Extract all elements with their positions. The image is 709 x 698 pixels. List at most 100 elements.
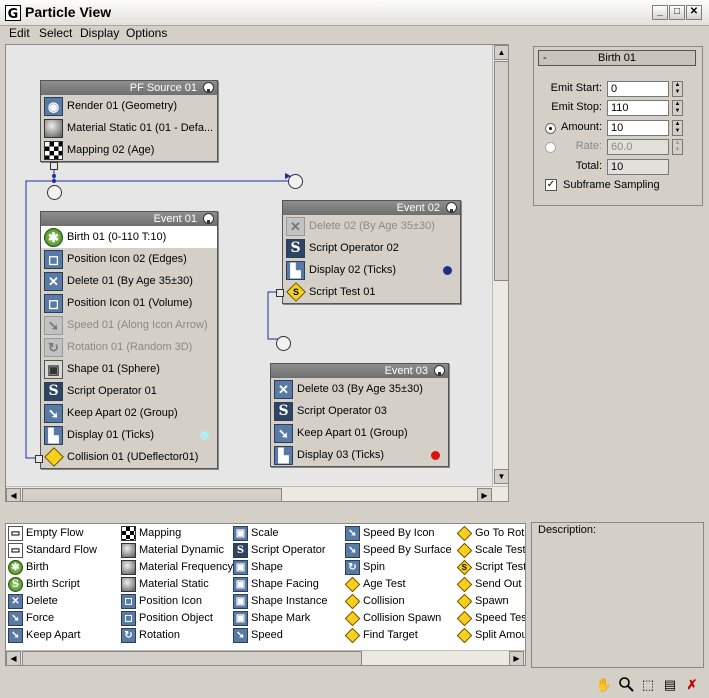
rollout-header[interactable]: - Birth 01: [538, 50, 696, 66]
scroll-right-button[interactable]: ▶: [509, 651, 524, 665]
display-color-swatch[interactable]: [200, 431, 209, 440]
operator-mapping[interactable]: Mapping 02 (Age): [41, 139, 217, 161]
lightbulb-icon[interactable]: [203, 82, 214, 93]
node-event-01[interactable]: Event 01 ✱ Birth 01 (0-110 T:10) ◻ Posit…: [35, 211, 218, 469]
emit-stop-input[interactable]: 110: [607, 100, 669, 116]
depot-item[interactable]: ⚡ Collision Spawn: [343, 610, 441, 627]
depot-item[interactable]: ▣ Shape Instance: [231, 593, 327, 610]
depot-item[interactable]: S Script Operator: [231, 542, 326, 559]
depot-item[interactable]: ⚡ Send Out: [455, 576, 521, 593]
scroll-up-button[interactable]: ▲: [494, 45, 508, 60]
depot-item[interactable]: ➘ Speed By Surface: [343, 542, 452, 559]
operator-delete-01[interactable]: ✕ Delete 01 (By Age 35±30): [41, 270, 217, 292]
zoom-extents-icon[interactable]: ▤: [661, 676, 679, 694]
depot-horizontal-scrollbar[interactable]: ◀ ▶: [6, 650, 525, 665]
canvas-horizontal-scrollbar[interactable]: ◀ ▶: [6, 486, 508, 501]
depot-item[interactable]: ➘ Speed: [231, 627, 283, 644]
display-color-swatch[interactable]: [443, 266, 452, 275]
amount-input[interactable]: 10: [607, 120, 669, 136]
node-header[interactable]: Event 03: [271, 364, 448, 378]
node-header[interactable]: Event 02: [283, 201, 460, 215]
operator-keep-apart-01[interactable]: ➘ Keep Apart 01 (Group): [271, 422, 448, 444]
depot-item[interactable]: ⚡ Go To Rot: [455, 525, 524, 542]
depot-item[interactable]: ⚡ Collision: [343, 593, 405, 610]
depot-item[interactable]: ➘ Speed By Icon: [343, 525, 435, 542]
depot-item[interactable]: ▣ Shape Mark: [231, 610, 310, 627]
operator-rotation-01[interactable]: ↻ Rotation 01 (Random 3D): [41, 336, 217, 358]
depot-item[interactable]: Mapping: [119, 525, 181, 542]
operator-render[interactable]: ◉ Render 01 (Geometry): [41, 95, 217, 117]
depot-item[interactable]: ⚡ Spawn: [455, 593, 509, 610]
operator-script-test-01[interactable]: S Script Test 01: [283, 281, 460, 303]
test-output-port[interactable]: [276, 289, 284, 297]
canvas-vertical-scrollbar[interactable]: ▲ ▼: [492, 45, 508, 486]
depot-item[interactable]: ⚡ Find Target: [343, 627, 418, 644]
operator-shape-01[interactable]: ▣ Shape 01 (Sphere): [41, 358, 217, 380]
collapse-icon[interactable]: -: [543, 51, 547, 65]
scroll-thumb[interactable]: [22, 488, 282, 501]
zoom-icon[interactable]: [617, 676, 635, 694]
node-header[interactable]: PF Source 01: [41, 81, 217, 95]
depot-item[interactable]: ↻ Rotation: [119, 627, 180, 644]
menu-options[interactable]: Options: [121, 26, 172, 44]
operator-speed-01[interactable]: ➘ Speed 01 (Along Icon Arrow): [41, 314, 217, 336]
pan-hand-icon[interactable]: ✋: [595, 676, 613, 694]
depot-item[interactable]: ↻ Spin: [343, 559, 385, 576]
display-color-swatch[interactable]: [431, 451, 440, 460]
zoom-region-icon[interactable]: ⬚: [639, 676, 657, 694]
test-output-port[interactable]: [35, 455, 43, 463]
operator-delete-03[interactable]: ✕ Delete 03 (By Age 35±30): [271, 378, 448, 400]
operator-material-static[interactable]: Material Static 01 (01 - Defa...: [41, 117, 217, 139]
scroll-thumb[interactable]: [494, 61, 508, 281]
rate-spinner[interactable]: ▲ ▼: [672, 139, 683, 155]
depot-item[interactable]: S Birth Script: [6, 576, 80, 593]
depot-item[interactable]: ➘ Force: [6, 610, 54, 627]
emit-stop-spinner[interactable]: ▲ ▼: [672, 100, 683, 116]
depot-item[interactable]: ➘ Keep Apart: [6, 627, 80, 644]
depot-item[interactable]: ✱ Birth: [6, 559, 49, 576]
depot-item[interactable]: ▣ Shape: [231, 559, 283, 576]
operator-birth[interactable]: ✱ Birth 01 (0-110 T:10): [41, 226, 217, 248]
subframe-sampling-checkbox[interactable]: ✓: [545, 179, 557, 191]
depot-item[interactable]: ◻ Position Object: [119, 610, 213, 627]
depot-item[interactable]: S Script Test: [455, 559, 525, 576]
depot-item[interactable]: Material Dynamic: [119, 542, 224, 559]
no-wiring-icon[interactable]: ✗: [683, 676, 701, 694]
operator-position-icon-02[interactable]: ◻ Position Icon 02 (Edges): [41, 248, 217, 270]
output-port[interactable]: [50, 162, 58, 170]
rate-input[interactable]: 60.0: [607, 139, 669, 155]
maximize-button[interactable]: □: [669, 5, 685, 20]
lightbulb-icon[interactable]: [434, 365, 445, 376]
operator-depot[interactable]: ▭ Empty Flow ▭ Standard Flow ✱ Birth S Birth Sc…: [5, 523, 526, 666]
close-button[interactable]: ✕: [686, 5, 702, 20]
operator-display-02[interactable]: ▙ Display 02 (Ticks): [283, 259, 460, 281]
emit-start-input[interactable]: 0: [607, 81, 669, 97]
scroll-left-button[interactable]: ◀: [6, 488, 21, 501]
depot-item[interactable]: ▭ Empty Flow: [6, 525, 83, 542]
node-pf-source[interactable]: PF Source 01 ◉ Render 01 (Geometry) Mate…: [40, 80, 218, 170]
operator-keep-apart-02[interactable]: ➘ Keep Apart 02 (Group): [41, 402, 217, 424]
depot-item[interactable]: Material Static: [119, 576, 209, 593]
operator-display-01[interactable]: ▙ Display 01 (Ticks): [41, 424, 217, 446]
input-connector[interactable]: [288, 174, 303, 189]
menu-select[interactable]: Select: [34, 26, 77, 44]
depot-item[interactable]: ⚡ Speed Tes: [455, 610, 525, 627]
emit-start-spinner[interactable]: ▲ ▼: [672, 81, 683, 97]
depot-item[interactable]: ⚡ Age Test: [343, 576, 406, 593]
input-connector[interactable]: [276, 336, 291, 351]
node-header[interactable]: Event 01: [41, 212, 217, 226]
depot-item[interactable]: ▣ Scale: [231, 525, 279, 542]
node-event-03[interactable]: Event 03 ✕ Delete 03 (By Age 35±30) S Sc…: [270, 363, 449, 467]
menu-display[interactable]: Display: [75, 26, 124, 44]
particle-canvas[interactable]: PF Source 01 ◉ Render 01 (Geometry) Mate…: [5, 44, 509, 502]
scroll-right-button[interactable]: ▶: [477, 488, 492, 501]
lightbulb-icon[interactable]: [446, 202, 457, 213]
depot-item[interactable]: ⚡ Scale Test: [455, 542, 525, 559]
menu-edit[interactable]: Edit: [4, 26, 35, 44]
lightbulb-icon[interactable]: [203, 213, 214, 224]
scroll-down-button[interactable]: ▼: [494, 469, 508, 484]
depot-item[interactable]: ⚡Split Amoun: [455, 627, 525, 644]
depot-item[interactable]: ✕ Delete: [6, 593, 58, 610]
depot-item[interactable]: ▭ Standard Flow: [6, 542, 97, 559]
operator-script-03[interactable]: S Script Operator 03: [271, 400, 448, 422]
